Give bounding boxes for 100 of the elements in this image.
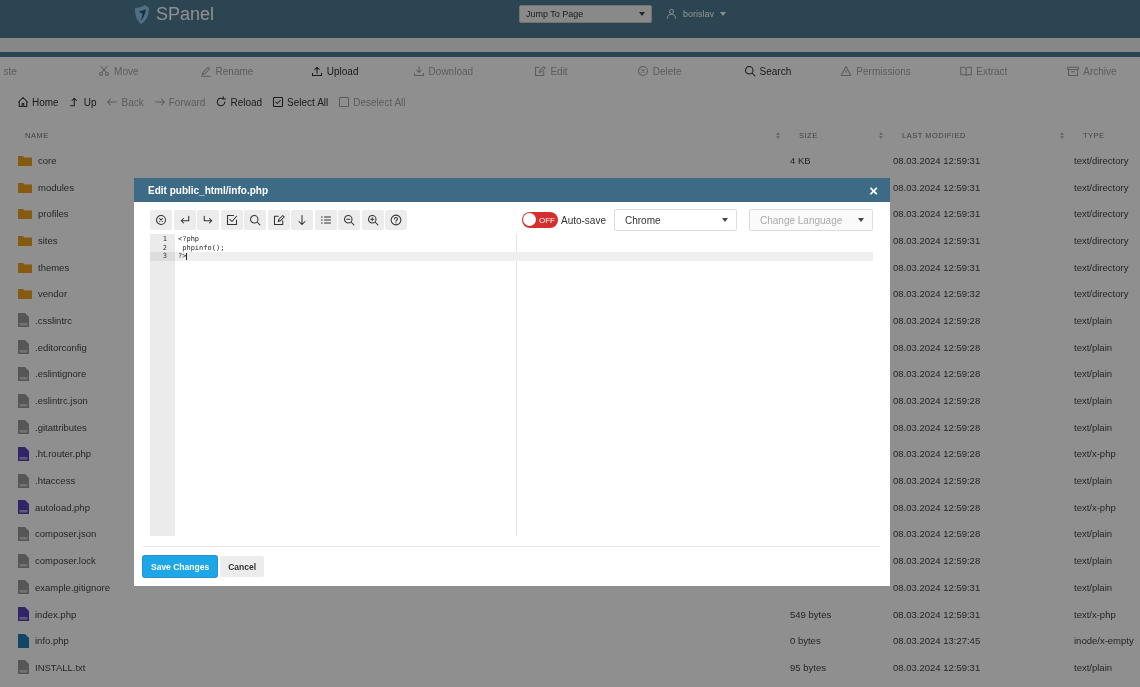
table-cell: text/plain [1074, 581, 1113, 593]
table-cell: 08.03.2024 12:59:31 [893, 154, 981, 166]
file-name[interactable]: core [38, 154, 57, 166]
theme-select[interactable]: Chrome [614, 209, 737, 231]
file-name[interactable]: INSTALL.txt [35, 661, 86, 673]
download-icon [412, 65, 425, 77]
save-button[interactable]: Save Changes [143, 556, 218, 577]
checkbox-checked-button[interactable] [220, 210, 243, 230]
table-cell: text/directory [1074, 208, 1129, 220]
help-icon [390, 214, 402, 226]
file-name[interactable]: sites [38, 234, 58, 246]
file-name[interactable]: .eslintignore [35, 368, 87, 380]
table-cell: 08.03.2024 12:59:28 [893, 314, 981, 326]
table-cell: 08.03.2024 12:59:31 [893, 261, 981, 273]
table-cell: 08.03.2024 12:59:31 [893, 234, 981, 246]
text-file-icon [18, 340, 29, 355]
table-cell: 08.03.2024 12:59:31 [893, 581, 981, 593]
table-cell: 08.03.2024 12:59:31 [893, 661, 981, 673]
search-button[interactable] [244, 210, 266, 230]
scissors-icon [98, 65, 111, 77]
file-name[interactable]: .gitattributes [35, 421, 87, 433]
autosave-toggle[interactable]: OFF [521, 212, 558, 228]
pencil-icon [199, 65, 212, 77]
zoom-in-button[interactable] [361, 210, 384, 230]
cancel-button[interactable]: Cancel [220, 556, 264, 577]
nav-action[interactable]: Up [68, 96, 97, 108]
table-cell: 08.03.2024 12:59:28 [893, 368, 981, 380]
reload-icon [215, 96, 228, 108]
table-cell: 549 bytes [790, 608, 832, 620]
redo-icon [202, 214, 214, 226]
file-name[interactable]: vendor [38, 288, 68, 300]
table-cell: 08.03.2024 12:59:28 [893, 395, 981, 407]
dialog-title: Edit public_html/info.php [148, 184, 268, 196]
down-arrow-button[interactable] [291, 210, 313, 230]
nav-action[interactable]: Select All [272, 96, 329, 108]
file-name[interactable]: .csslintrc [35, 314, 72, 326]
table-cell: text/x-php [1074, 608, 1116, 620]
file-name[interactable]: composer.json [35, 528, 97, 540]
folder-icon [18, 288, 32, 300]
text-file-icon [18, 553, 29, 568]
redo-button[interactable] [197, 210, 219, 230]
table-cell: inode/x-empty [1074, 635, 1134, 647]
table-cell: text/plain [1074, 528, 1113, 540]
delete-icon [636, 65, 649, 77]
user-menu[interactable]: borislav [683, 8, 714, 19]
table-cell: text/directory [1074, 234, 1129, 246]
table-cell: 08.03.2024 13:27:45 [893, 635, 981, 647]
caret-icon [720, 11, 726, 16]
search-icon [249, 214, 261, 226]
file-name[interactable]: autoload.php [35, 501, 90, 513]
close-button[interactable]: × [869, 182, 878, 198]
file-name[interactable]: .ht.router.php [35, 448, 91, 460]
folder-icon [18, 234, 32, 246]
text-file-icon [18, 473, 29, 488]
text-cursor [186, 252, 188, 260]
table-cell: 08.03.2024 12:59:28 [893, 448, 981, 460]
zoom-out-button[interactable] [338, 210, 360, 230]
file-icon [18, 633, 29, 648]
table-cell: text/directory [1074, 181, 1129, 193]
table-cell: text/plain [1074, 341, 1113, 353]
close-circle-button[interactable] [150, 210, 172, 230]
file-name[interactable]: composer.lock [35, 555, 96, 567]
warning-icon [840, 65, 853, 77]
list-button[interactable] [314, 210, 337, 230]
toolbar-action[interactable]: Upload [280, 65, 389, 77]
table-cell: 0 bytes [790, 635, 821, 647]
file-name[interactable]: .eslintrc.json [35, 395, 88, 407]
nav-action[interactable]: Reload [215, 96, 263, 108]
file-name[interactable]: info.php [35, 635, 69, 647]
nav-action[interactable]: Home [17, 96, 59, 108]
file-name[interactable]: example.gitignore [35, 581, 110, 593]
table-cell: text/directory [1074, 154, 1129, 166]
text-file-icon [18, 420, 29, 435]
user-icon [666, 8, 677, 19]
shield-logo-icon [132, 4, 152, 25]
autosave-label: Auto-save [560, 214, 606, 226]
toolbar-action[interactable]: Search [713, 65, 822, 77]
sort-icon [1060, 131, 1064, 139]
archive-icon [1067, 65, 1080, 77]
file-name[interactable]: .editorconfig [35, 341, 87, 353]
file-name[interactable]: .htaccess [35, 475, 76, 487]
folder-icon [18, 154, 32, 166]
list-icon [319, 214, 332, 226]
edit-button[interactable] [267, 210, 290, 230]
text-file-icon [18, 366, 29, 381]
file-name[interactable]: index.php [35, 608, 77, 620]
file-name[interactable]: modules [38, 181, 74, 193]
table-cell: text/plain [1074, 421, 1113, 433]
edit-icon [272, 214, 285, 226]
file-name[interactable]: themes [38, 261, 70, 273]
table-cell: 08.03.2024 12:59:28 [893, 501, 981, 513]
return-button[interactable] [173, 210, 196, 230]
file-name[interactable]: profiles [38, 208, 69, 220]
jump-to-page-select[interactable]: Jump To Page [519, 5, 652, 23]
book-icon [960, 65, 973, 77]
php-file-icon [18, 607, 29, 622]
upload-icon [310, 65, 323, 77]
help-button[interactable] [385, 210, 407, 230]
text-file-icon [18, 580, 29, 595]
search-icon [743, 65, 756, 77]
